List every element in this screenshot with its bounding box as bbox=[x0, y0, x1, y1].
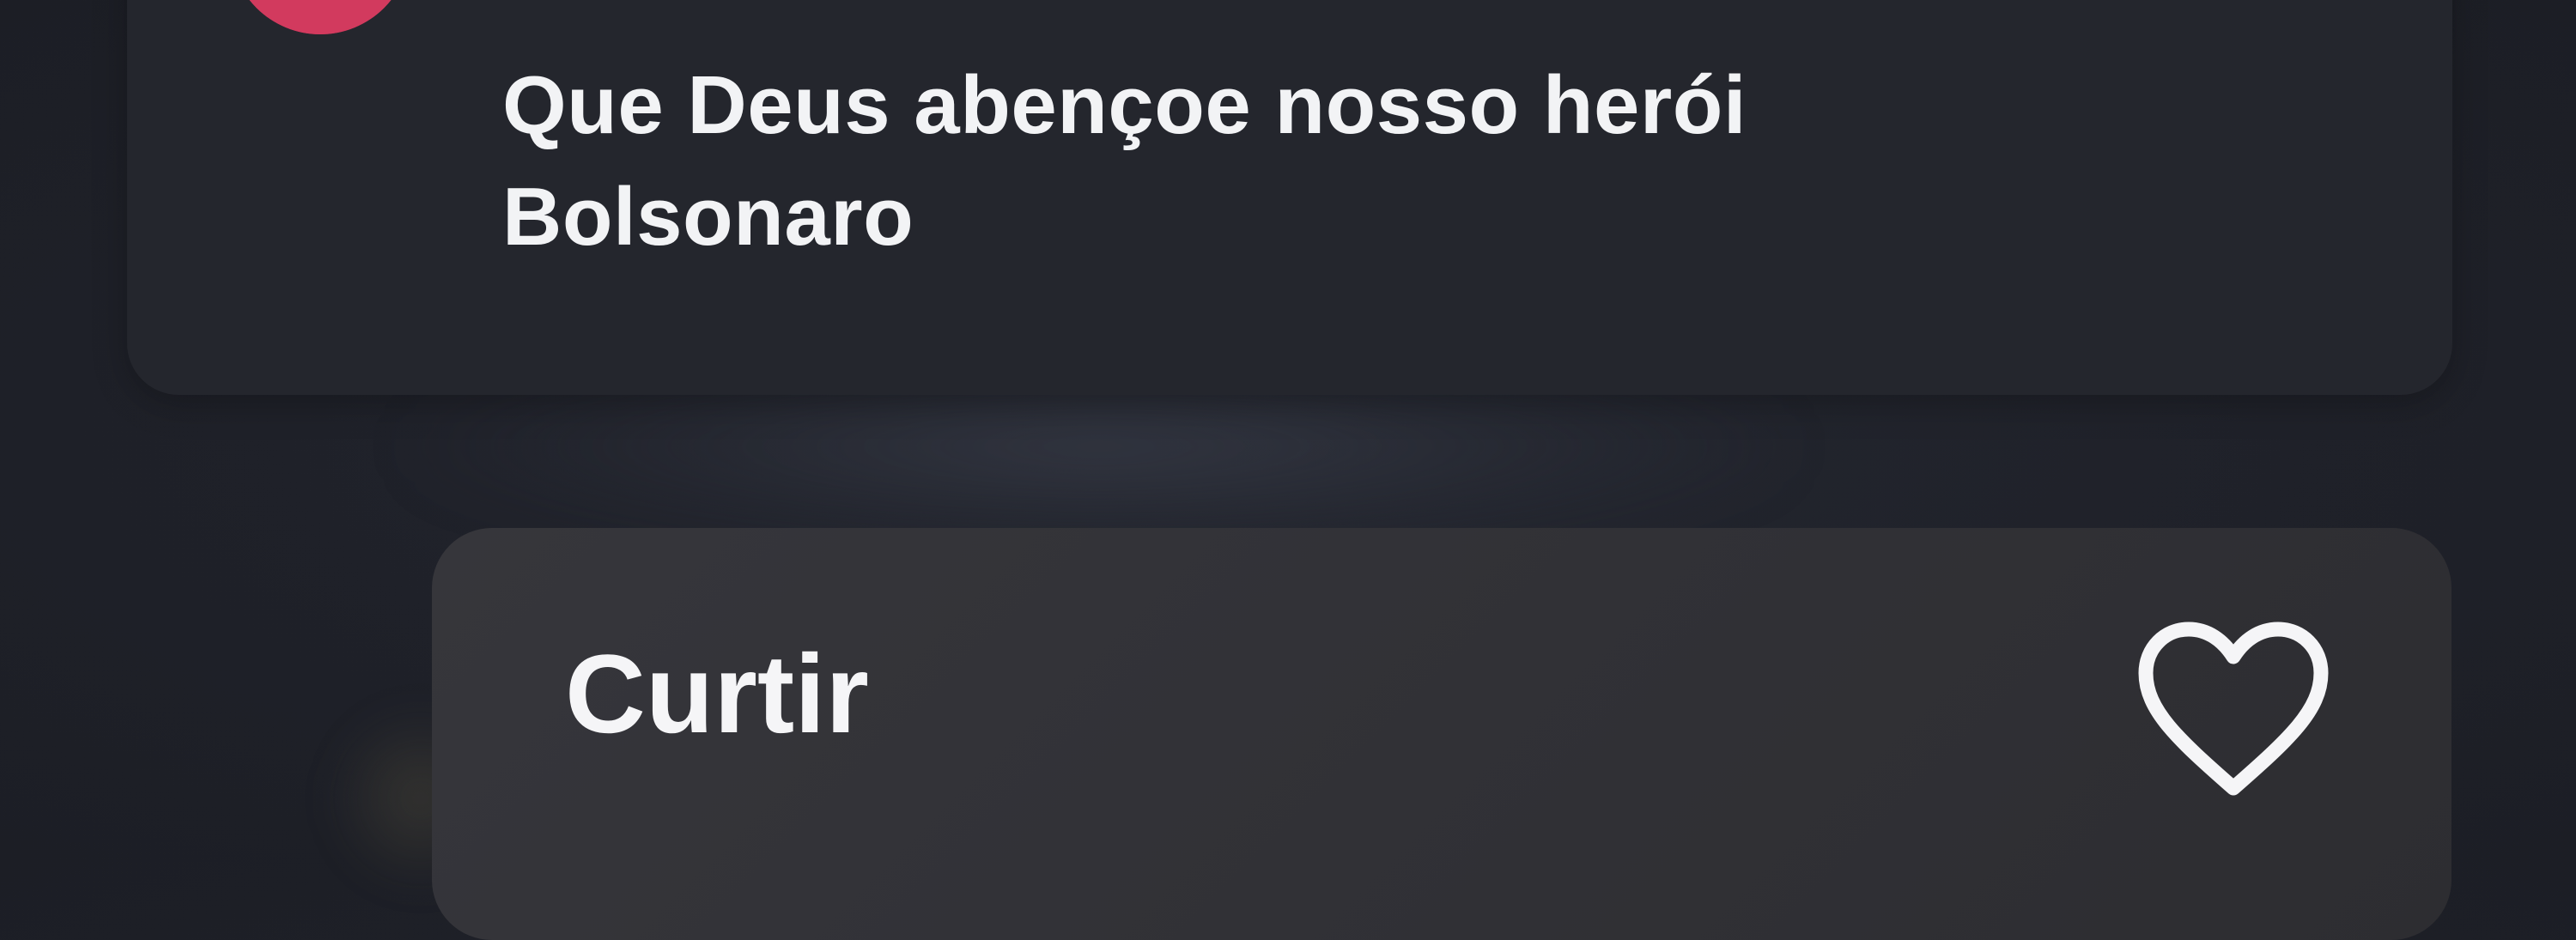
like-menu-item[interactable]: Curtir bbox=[432, 528, 2451, 796]
action-menu: Curtir bbox=[432, 528, 2451, 940]
comment-text-line-2: Bolsonaro bbox=[502, 171, 914, 263]
comment-text: Que Deus abençoe nosso herói Bolsonaro bbox=[502, 50, 2306, 273]
background-glow bbox=[412, 378, 1786, 549]
heart-outline-icon bbox=[2138, 622, 2329, 796]
avatar[interactable] bbox=[230, 0, 410, 34]
like-label: Curtir bbox=[565, 631, 869, 756]
avatar-shirt bbox=[230, 0, 410, 34]
comment-text-line-1: Que Deus abençoe nosso herói bbox=[502, 59, 1747, 151]
